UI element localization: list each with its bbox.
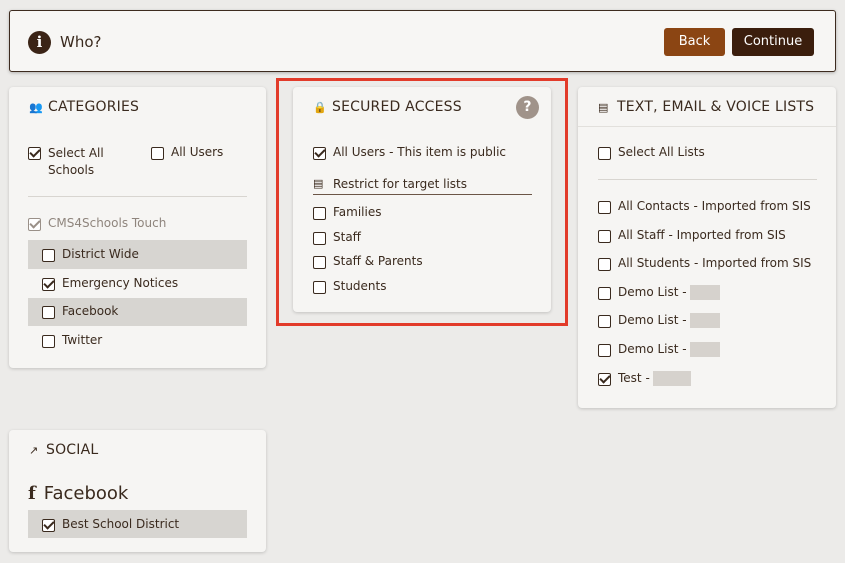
page-title: Who? <box>60 33 102 51</box>
category-label: District Wide <box>62 247 139 261</box>
checkbox[interactable] <box>598 258 611 271</box>
select-all-label-line1: Select All <box>48 146 104 160</box>
list-label: Demo List - <box>618 342 687 356</box>
checkbox[interactable] <box>42 519 55 532</box>
checkbox[interactable] <box>598 230 611 243</box>
checkbox[interactable] <box>42 278 55 291</box>
list-label: Demo List - <box>618 313 687 327</box>
facebook-heading: f Facebook <box>28 483 128 504</box>
list-label: Demo List - <box>618 285 687 299</box>
all-users-label: All Users <box>171 145 224 159</box>
checkbox[interactable] <box>42 249 55 262</box>
checkbox[interactable] <box>151 147 164 160</box>
checkbox[interactable] <box>598 344 611 357</box>
redacted-block <box>689 285 720 300</box>
social-title: SOCIAL <box>46 442 99 458</box>
divider <box>28 196 247 197</box>
group-label: CMS4Schools Touch <box>48 216 167 230</box>
highlight-annotation-box <box>276 78 568 326</box>
share-icon: ↗ <box>29 444 39 457</box>
redacted-block <box>689 313 720 328</box>
list-label: All Students - Imported from SIS <box>618 256 812 270</box>
header-bar: i Who? Back Continue <box>9 10 836 72</box>
checkbox[interactable] <box>42 335 55 348</box>
checkbox[interactable] <box>598 373 611 386</box>
social-account-label: Best School District <box>62 517 180 531</box>
categories-header: 👥 CATEGORIES <box>9 87 266 127</box>
select-all-lists-label: Select All Lists <box>618 145 705 159</box>
categories-panel: 👥 CATEGORIES Select All Schools All User… <box>9 87 266 368</box>
checkbox[interactable] <box>28 218 41 231</box>
checkbox[interactable] <box>598 201 611 214</box>
redacted-block <box>689 342 720 357</box>
list-label: All Staff - Imported from SIS <box>618 228 786 242</box>
info-icon: i <box>28 31 51 54</box>
back-button[interactable]: Back <box>664 28 725 56</box>
list-label: All Contacts - Imported from SIS <box>618 199 811 213</box>
lists-header: ▤ TEXT, EMAIL & VOICE LISTS <box>578 87 836 127</box>
highlight-row <box>28 298 247 326</box>
select-all-label-line2: Schools <box>48 163 95 177</box>
category-label: Facebook <box>62 304 119 318</box>
lists-panel: ▤ TEXT, EMAIL & VOICE LISTS Select All L… <box>578 87 836 408</box>
checkbox[interactable] <box>598 315 611 328</box>
social-panel: ↗ SOCIAL f Facebook Best School District <box>9 430 266 552</box>
social-header: ↗ SOCIAL <box>9 430 266 470</box>
network-name: Facebook <box>43 483 129 504</box>
list-label: Test - <box>618 371 650 385</box>
redacted-block <box>652 371 691 386</box>
category-label: Twitter <box>62 333 103 347</box>
users-icon: 👥 <box>29 101 43 114</box>
list-icon: ▤ <box>598 101 609 114</box>
divider <box>598 179 817 180</box>
checkbox[interactable] <box>42 306 55 319</box>
facebook-icon: f <box>28 483 36 504</box>
checkbox[interactable] <box>598 287 611 300</box>
lists-title: TEXT, EMAIL & VOICE LISTS <box>617 99 815 115</box>
categories-title: CATEGORIES <box>48 99 140 115</box>
checkbox[interactable] <box>28 147 41 160</box>
category-label: Emergency Notices <box>62 276 179 290</box>
continue-button[interactable]: Continue <box>732 28 814 56</box>
checkbox[interactable] <box>598 147 611 160</box>
